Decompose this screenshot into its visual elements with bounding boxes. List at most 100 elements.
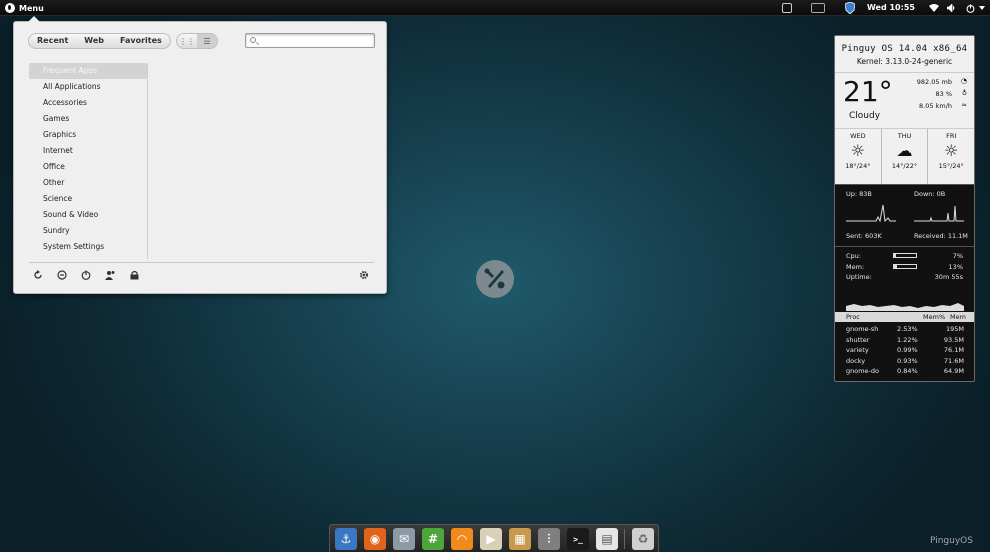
process-mem-pct: 1.22%: [897, 335, 918, 344]
anchor-icon[interactable]: ⚓: [335, 528, 357, 550]
list-view-button[interactable]: ☰: [197, 34, 217, 48]
volume-icon[interactable]: [946, 2, 958, 14]
category-office[interactable]: Office: [29, 159, 147, 175]
process-name: gnome-do: [846, 367, 880, 376]
minus-circle-icon[interactable]: [56, 269, 68, 281]
search-box[interactable]: [245, 33, 375, 48]
forecast-day: WED ☼ 18°/24°: [835, 129, 882, 184]
wind-icon: ≈: [961, 101, 967, 109]
refresh-icon[interactable]: [32, 269, 44, 281]
category-games[interactable]: Games: [29, 111, 147, 127]
category-list: Frequent Apps All Applications Accessori…: [29, 63, 148, 259]
archive-icon[interactable]: ▦: [509, 528, 531, 550]
grid-icon: ⋮⋮: [179, 36, 195, 46]
process-name: shutter: [846, 335, 870, 344]
wind-value: 8.05 km/h: [919, 102, 952, 110]
menu-label: Menu: [19, 3, 44, 13]
grid-view-button[interactable]: ⋮⋮: [177, 34, 197, 48]
category-system-settings[interactable]: System Settings: [29, 239, 147, 255]
category-other[interactable]: Other: [29, 175, 147, 191]
proc-header-name: Proc: [846, 313, 860, 321]
mem-bar-fill: [894, 265, 897, 268]
tab-favorites[interactable]: Favorites: [112, 34, 170, 48]
download-graph: [914, 205, 964, 222]
hashtag-icon[interactable]: #: [422, 528, 444, 550]
widget-header: Pinguy OS 14.04 x86_64 Kernel: 3.13.0-24…: [835, 36, 974, 72]
settings-icon[interactable]: [358, 269, 370, 281]
category-accessories[interactable]: Accessories: [29, 95, 147, 111]
chevron-down-icon[interactable]: [978, 2, 986, 14]
power-icon[interactable]: [964, 2, 976, 14]
forecast-temp: 18°/24°: [845, 162, 871, 170]
mem-value: 13%: [948, 263, 963, 271]
forecast-temp: 14°/22°: [891, 162, 918, 170]
category-sound-video[interactable]: Sound & Video: [29, 207, 147, 223]
current-temperature: 21°: [843, 75, 893, 108]
menu-button[interactable]: Menu: [5, 2, 44, 14]
search-icon: [250, 37, 256, 43]
proc-header-mem: Mem: [950, 313, 966, 321]
upload-speed: Up: 83B: [846, 190, 872, 198]
humidity-value: 83 %: [935, 90, 952, 98]
category-internet[interactable]: Internet: [29, 143, 147, 159]
tab-web[interactable]: Web: [76, 34, 112, 48]
humidity-icon: ♁: [961, 89, 967, 97]
forecast-temp: 15°/24°: [938, 162, 964, 170]
mail-icon[interactable]: ✉: [393, 528, 415, 550]
clock[interactable]: Wed 10:55: [866, 2, 916, 14]
feed-icon[interactable]: ◠: [451, 528, 473, 550]
process-header: Proc Mem% Mem: [835, 312, 974, 322]
category-all-applications[interactable]: All Applications: [29, 79, 147, 95]
download-speed: Down: 0B: [914, 190, 946, 198]
system-section: Cpu: 7% Mem: 13% Uptime: 30m 55s: [835, 246, 974, 316]
trash-icon[interactable]: ♻: [632, 528, 654, 550]
firefox-icon[interactable]: ◉: [364, 528, 386, 550]
sent-total: Sent: 603K: [846, 232, 882, 240]
mem-bar: [893, 264, 917, 269]
lock-icon[interactable]: [128, 269, 140, 281]
process-table: gnome-sh 2.53% 195M shutter 1.22% 93.5M …: [835, 325, 974, 378]
pinguy-logo-icon: [5, 3, 15, 13]
network-section: Up: 83B Down: 0B Sent: 603K Received: 11…: [835, 184, 974, 244]
display-icon[interactable]: [810, 2, 826, 14]
category-frequent-apps[interactable]: Frequent Apps: [29, 63, 147, 79]
wifi-icon[interactable]: [928, 2, 940, 14]
process-mem: 195M: [945, 325, 964, 333]
power-icon[interactable]: [80, 269, 92, 281]
cpu-value: 7%: [952, 252, 963, 260]
application-menu: Recent Web Favorites ⋮⋮ ☰ Frequent Apps …: [13, 16, 387, 294]
process-mem-pct: 0.93%: [897, 356, 918, 365]
menu-caret: [28, 16, 40, 22]
watermark: PinguyOS: [930, 536, 973, 546]
screen-icon[interactable]: [780, 2, 794, 14]
process-name: variety: [846, 346, 869, 355]
category-sundry[interactable]: Sundry: [29, 223, 147, 239]
forecast-day-name: THU: [897, 132, 912, 140]
terminal-icon[interactable]: >_: [567, 528, 589, 550]
category-science[interactable]: Science: [29, 191, 147, 207]
top-panel: Menu Wed 10:55: [0, 0, 990, 16]
category-graphics[interactable]: Graphics: [29, 127, 147, 143]
cpu-label: Cpu:: [846, 252, 861, 260]
pinguy-desktop-logo-icon: [476, 260, 514, 298]
forecast: WED ☼ 18°/24° THU ☁ 14°/22° FRI ☼ 15°/24…: [835, 128, 974, 184]
forecast-day: FRI ☼ 15°/24°: [928, 129, 974, 184]
users-icon[interactable]: [104, 269, 116, 281]
uptime-value: 30m 55s: [934, 273, 963, 281]
mixer-icon[interactable]: ⫶: [538, 528, 560, 550]
upload-graph: [846, 204, 896, 223]
process-name: gnome-sh: [846, 325, 879, 333]
search-input[interactable]: [260, 35, 370, 46]
process-row: gnome-do 0.84% 64.9M: [835, 367, 974, 378]
files-icon[interactable]: ▤: [596, 528, 618, 550]
received-total: Received: 11.1M: [914, 232, 968, 240]
video-editor-icon[interactable]: ▶: [480, 528, 502, 550]
tab-recent[interactable]: Recent: [29, 34, 76, 48]
process-mem-pct: 2.53%: [897, 325, 918, 333]
process-row: variety 0.99% 76.1M: [835, 346, 974, 357]
forecast-day-name: FRI: [946, 132, 957, 140]
process-mem: 93.5M: [943, 335, 964, 344]
uptime-label: Uptime:: [846, 273, 872, 281]
shield-icon[interactable]: [843, 2, 857, 14]
menu-separator: [29, 262, 374, 263]
